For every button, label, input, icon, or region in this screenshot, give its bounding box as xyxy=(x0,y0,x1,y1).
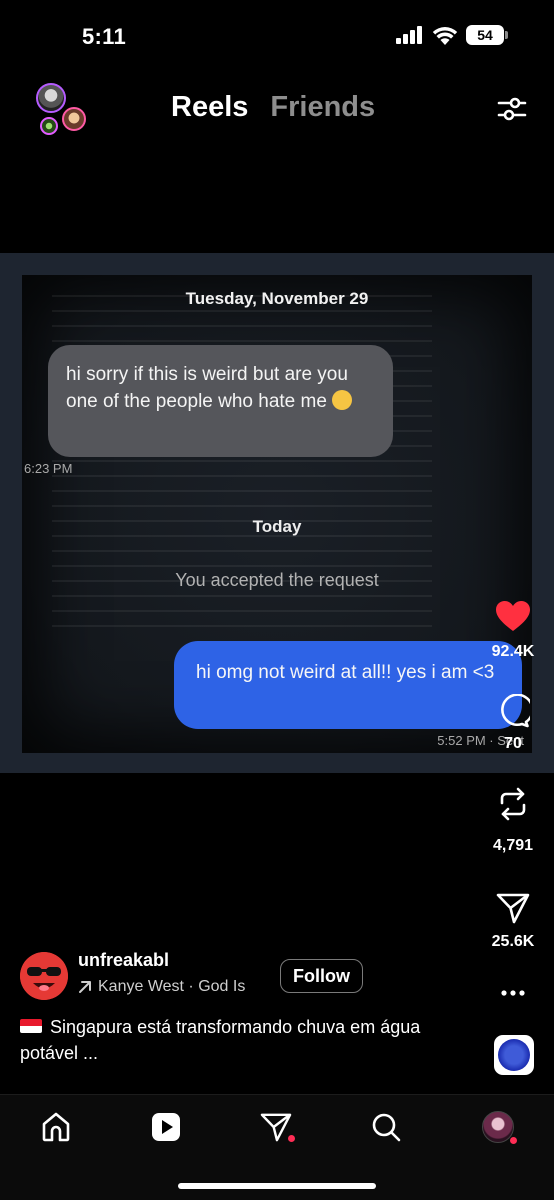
sunglasses-face-icon xyxy=(20,952,68,1000)
share-action[interactable]: 25.6K xyxy=(484,892,542,951)
incoming-message-time: 6:23 PM xyxy=(24,461,73,476)
likes-count: 92.4K xyxy=(491,643,535,660)
reels-icon[interactable] xyxy=(150,1111,182,1143)
home-indicator xyxy=(178,1183,376,1189)
feed-tabs: Reels Friends xyxy=(171,91,375,124)
nav-reels[interactable] xyxy=(148,1109,184,1145)
creator-avatar[interactable] xyxy=(20,952,68,1000)
comment-icon[interactable] xyxy=(496,693,534,728)
reel-caption[interactable]: Singapura está transformando chuva em ág… xyxy=(20,1014,460,1066)
more-icon[interactable] xyxy=(500,989,526,997)
notification-dot xyxy=(288,1135,295,1142)
nav-profile[interactable] xyxy=(480,1109,517,1145)
tab-friends[interactable]: Friends xyxy=(270,91,375,124)
nav-search[interactable] xyxy=(368,1109,404,1145)
search-icon[interactable] xyxy=(370,1111,402,1143)
reposts-count: 4,791 xyxy=(492,837,534,854)
chat-date-header: Tuesday, November 29 xyxy=(185,289,369,308)
audio-attribution[interactable]: Kanye West · God Is xyxy=(78,978,245,996)
battery-indicator: 54 xyxy=(466,25,508,45)
nav-home[interactable] xyxy=(38,1109,74,1145)
friends-avatars-cluster[interactable] xyxy=(34,79,90,135)
wifi-icon xyxy=(432,26,458,45)
profile-avatar[interactable] xyxy=(482,1111,514,1143)
notification-dot xyxy=(510,1137,517,1144)
follow-button[interactable]: Follow xyxy=(280,959,363,993)
nav-messages[interactable] xyxy=(258,1109,295,1145)
audio-label: Kanye West · God Is xyxy=(98,978,246,995)
home-icon[interactable] xyxy=(40,1111,72,1143)
incoming-message-text: hi sorry if this is weird but are you on… xyxy=(66,364,348,412)
reel-media[interactable]: Tuesday, November 29 hi sorry if this is… xyxy=(0,253,554,773)
outgoing-message-text: hi omg not weird at all!! yes i am <3 xyxy=(196,662,495,683)
relieved-emoji-icon xyxy=(332,390,353,410)
friend-avatar xyxy=(36,83,66,113)
like-action[interactable]: 92.4K xyxy=(484,600,542,661)
heart-icon[interactable] xyxy=(495,600,531,632)
friend-avatar xyxy=(62,107,86,131)
status-bar: 5:11 54 xyxy=(0,0,554,70)
arrow-up-right-icon xyxy=(79,981,91,993)
friend-avatar xyxy=(40,117,58,135)
singapore-flag-icon xyxy=(20,1019,42,1033)
repost-action[interactable]: 4,791 xyxy=(484,786,542,855)
caption-text: Singapura está transformando chuva em ág… xyxy=(20,1017,421,1063)
signal-icon xyxy=(396,26,422,44)
chat-today-label: Today xyxy=(252,517,302,536)
repost-icon[interactable] xyxy=(496,786,530,822)
tab-reels[interactable]: Reels xyxy=(171,91,248,124)
status-icons: 54 xyxy=(396,25,508,45)
status-time: 5:11 xyxy=(82,24,127,49)
comments-count: 70 xyxy=(504,735,522,752)
chat-screenshot: Tuesday, November 29 hi sorry if this is… xyxy=(22,275,532,753)
more-options[interactable] xyxy=(484,984,542,1002)
comment-action[interactable]: 70 xyxy=(484,693,542,753)
chat-system-message: You accepted the request xyxy=(175,570,379,590)
creator-username[interactable]: unfreakabl xyxy=(78,950,169,971)
send-icon[interactable] xyxy=(496,892,530,924)
incoming-message-bubble: hi sorry if this is weird but are you on… xyxy=(48,345,393,457)
reels-header: Reels Friends xyxy=(0,75,554,145)
filter-sliders-icon[interactable] xyxy=(496,93,528,125)
audio-thumbnail[interactable] xyxy=(494,1035,534,1075)
outgoing-message-bubble: hi omg not weird at all!! yes i am <3 xyxy=(174,641,522,729)
shares-count: 25.6K xyxy=(491,933,535,950)
